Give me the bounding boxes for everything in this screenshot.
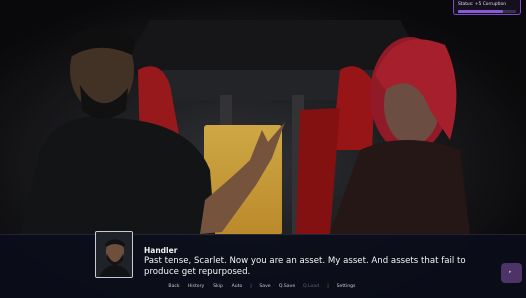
- status-progress-fill: [458, 10, 504, 13]
- settings-button[interactable]: Settings: [337, 284, 356, 289]
- history-button[interactable]: History: [188, 284, 204, 289]
- save-button[interactable]: Save: [259, 284, 270, 289]
- back-button[interactable]: Back: [168, 284, 179, 289]
- quick-load-button[interactable]: Q.Load: [303, 284, 319, 289]
- menu-separator: |: [250, 284, 252, 289]
- chevron-right-icon: ▸: [509, 269, 512, 275]
- quick-save-button[interactable]: Q.Save: [279, 284, 295, 289]
- speaker-name: Handler: [144, 246, 178, 255]
- auto-button[interactable]: Auto: [232, 284, 243, 289]
- dialogue-text: Past tense, Scarlet. Now you are an asse…: [144, 256, 466, 277]
- quick-menu: Back History Skip Auto | Save Q.Save Q.L…: [0, 284, 526, 294]
- skip-button[interactable]: Skip: [213, 284, 223, 289]
- continue-button[interactable]: ▸: [501, 263, 522, 283]
- status-progress-track: [458, 10, 516, 13]
- menu-separator: |: [327, 284, 329, 289]
- status-notification: Status: +5 Corruption: [453, 0, 521, 15]
- game-screen[interactable]: { "status": { "label": "Status: +5 Corru…: [0, 0, 526, 298]
- status-label: Status: +5 Corruption: [458, 2, 506, 7]
- handler-portrait-image: [96, 232, 132, 277]
- speaker-portrait: [95, 231, 133, 278]
